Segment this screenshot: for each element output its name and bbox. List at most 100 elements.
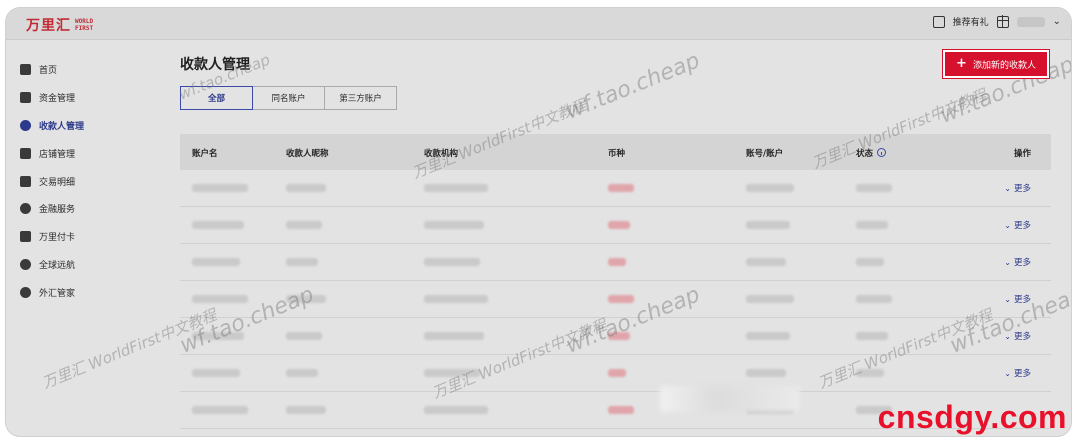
table-row[interactable]: ⌄ 更多	[180, 170, 1051, 207]
add-payee-label: 添加新的收款人	[972, 60, 1036, 71]
redacted-cell	[856, 258, 884, 266]
logo-en-line1: WORLD	[75, 18, 94, 25]
sidebar: 首页 资金管理 收款人管理 店铺管理 交易明细 金融服务 万里付卡 全球远航 外…	[6, 56, 156, 306]
wallet-icon	[20, 92, 31, 104]
inbox-icon	[932, 15, 945, 28]
table-row[interactable]: ⌄ 更多	[180, 207, 1051, 244]
sidebar-item-label: 首页	[39, 66, 58, 77]
sidebar-item-label: 金融服务	[39, 205, 76, 216]
redacted-cell	[856, 295, 892, 303]
store-icon	[20, 147, 31, 159]
sidebar-item-fx[interactable]: 外汇管家	[6, 278, 156, 306]
sidebar-item-global[interactable]: 全球远航	[6, 251, 156, 279]
redacted-cell	[746, 184, 794, 192]
redacted-cell	[746, 258, 786, 266]
redacted-cell	[424, 221, 484, 229]
sidebar-item-payees[interactable]: 收款人管理	[6, 112, 156, 140]
redacted-cell	[424, 406, 488, 414]
top-bar: 万里汇 WORLD FIRST 推荐有礼 ⌄	[6, 8, 1071, 40]
redacted-cell	[424, 295, 488, 303]
table-row[interactable]: ⌄ 更多	[180, 355, 1051, 392]
redacted-cell	[608, 184, 634, 192]
finance-icon	[20, 203, 31, 215]
redacted-cell	[608, 221, 630, 229]
row-more-menu[interactable]: ⌄ 更多	[1004, 367, 1031, 379]
blurred-overlay	[660, 386, 800, 412]
logo-en-line2: FIRST	[75, 25, 94, 32]
col-actions: 操作	[1013, 149, 1031, 159]
col-account-name: 账户名	[192, 149, 218, 159]
sidebar-item-label: 收款人管理	[39, 121, 85, 132]
globe-icon	[20, 258, 31, 270]
sidebar-item-funds[interactable]: 资金管理	[6, 84, 156, 112]
chevron-down-icon: ⌄	[1004, 295, 1011, 304]
table-row[interactable]: ⌄ 更多	[180, 244, 1051, 281]
referral-link[interactable]: 推荐有礼	[953, 15, 989, 28]
redacted-cell	[608, 369, 626, 377]
redacted-cell	[424, 258, 480, 266]
col-nickname: 收款人昵称	[286, 149, 329, 159]
sidebar-item-finance[interactable]: 金融服务	[6, 195, 156, 223]
redacted-cell	[424, 184, 488, 192]
logo-cn-text: 万里汇	[26, 18, 71, 34]
row-more-label: 更多	[1013, 221, 1031, 231]
top-right-actions: 推荐有礼 ⌄	[932, 14, 1061, 28]
chevron-down-icon[interactable]: ⌄	[1053, 16, 1061, 27]
redacted-cell	[856, 221, 888, 229]
row-more-menu[interactable]: ⌄ 更多	[1004, 182, 1031, 194]
table-header: 账户名 收款人昵称 收款机构 币种 账号/账户 状态 操作	[180, 134, 1051, 170]
redacted-cell	[192, 406, 248, 414]
row-more-menu[interactable]: ⌄ 更多	[1004, 256, 1031, 268]
sidebar-item-card[interactable]: 万里付卡	[6, 223, 156, 251]
sidebar-item-transactions[interactable]: 交易明细	[6, 167, 156, 195]
info-icon[interactable]	[877, 148, 887, 157]
sidebar-item-label: 资金管理	[39, 94, 76, 105]
redacted-cell	[746, 369, 786, 377]
site-watermark: cnsdgy.com	[877, 399, 1067, 435]
redacted-cell	[286, 406, 326, 414]
logo-en-text: WORLD FIRST	[75, 18, 93, 32]
tab-same-name[interactable]: 同名账户	[252, 86, 325, 110]
sidebar-item-label: 万里付卡	[39, 233, 76, 244]
chevron-down-icon: ⌄	[1004, 184, 1011, 193]
redacted-cell	[608, 295, 634, 303]
watermark: wf.tao.cheap	[562, 48, 704, 125]
home-icon	[20, 64, 31, 76]
redacted-cell	[286, 184, 326, 192]
chevron-down-icon: ⌄	[1004, 221, 1011, 230]
chevron-down-icon: ⌄	[1004, 369, 1011, 378]
app-window: 万里汇 WORLD FIRST 推荐有礼 ⌄ 首页 资金管理 收款人管理 店铺管…	[6, 8, 1071, 436]
col-account-number: 账号/账户	[746, 149, 784, 159]
redacted-cell	[192, 369, 240, 377]
redacted-cell	[424, 332, 484, 340]
redacted-cell	[746, 295, 794, 303]
gift-icon[interactable]	[996, 14, 1009, 28]
redacted-cell	[746, 221, 790, 229]
sidebar-item-label: 全球远航	[39, 260, 76, 271]
worldfirst-logo[interactable]: 万里汇 WORLD FIRST	[26, 15, 93, 35]
sidebar-item-label: 店铺管理	[39, 149, 76, 160]
user-menu[interactable]	[1016, 16, 1045, 27]
payee-table: 账户名 收款人昵称 收款机构 币种 账号/账户 状态 操作 ⌄ 更多 ⌄ 更多 ⌄ 更多 ⌄…	[180, 134, 1051, 429]
tab-third-party[interactable]: 第三方账户	[324, 86, 397, 110]
redacted-cell	[856, 184, 892, 192]
redacted-cell	[746, 332, 790, 340]
col-currency: 币种	[608, 149, 626, 159]
add-payee-button[interactable]: + 添加新的收款人	[943, 50, 1049, 78]
redacted-cell	[286, 369, 318, 377]
row-more-menu[interactable]: ⌄ 更多	[1004, 219, 1031, 231]
chevron-down-icon: ⌄	[1004, 258, 1011, 267]
sidebar-item-stores[interactable]: 店铺管理	[6, 139, 156, 167]
sidebar-item-home[interactable]: 首页	[6, 56, 156, 84]
redacted-cell	[608, 258, 626, 266]
redacted-cell	[192, 184, 248, 192]
card-icon	[20, 231, 31, 243]
plus-icon: +	[956, 56, 967, 71]
sidebar-item-label: 外汇管家	[39, 288, 76, 299]
ledger-icon	[20, 175, 31, 187]
redacted-cell	[856, 332, 888, 340]
sidebar-item-label: 交易明细	[39, 177, 76, 188]
fx-icon	[20, 286, 31, 298]
redacted-cell	[286, 258, 318, 266]
payee-icon	[20, 119, 31, 131]
